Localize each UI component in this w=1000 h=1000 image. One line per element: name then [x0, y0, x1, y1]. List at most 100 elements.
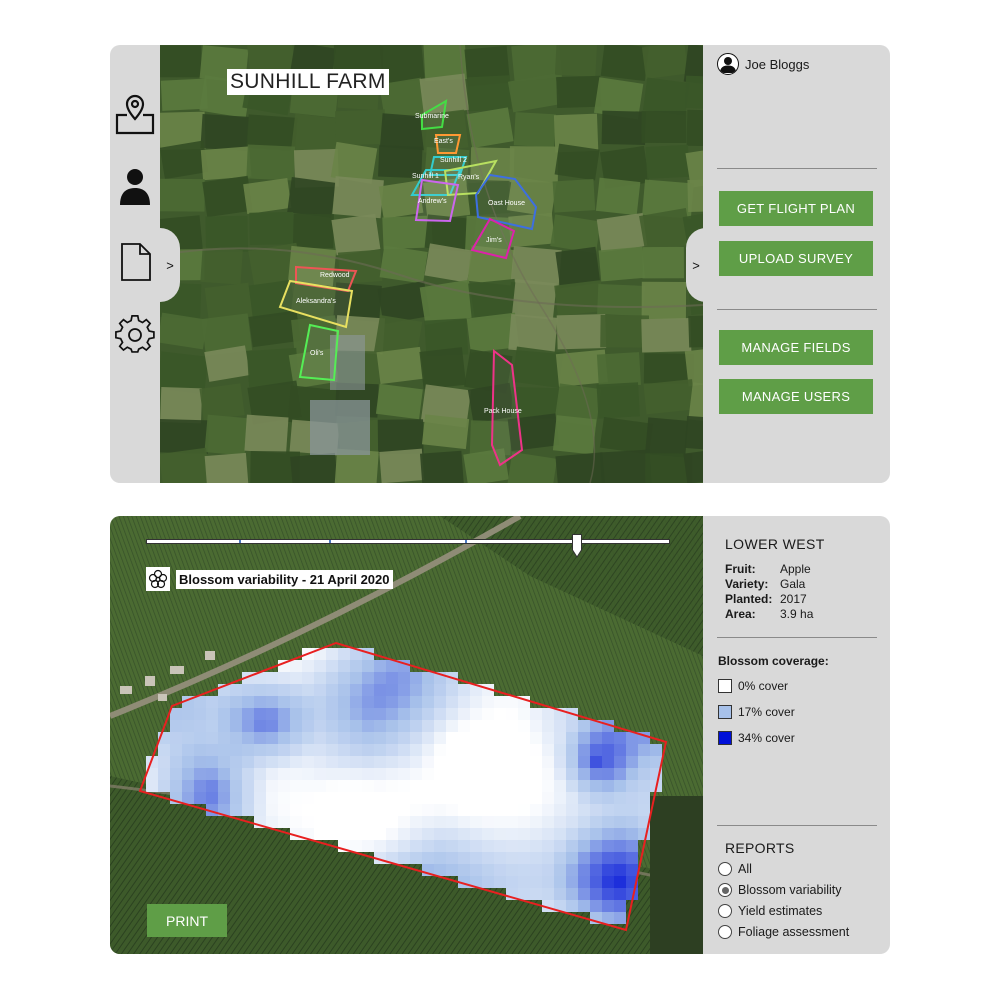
heatmap-cell [458, 804, 470, 816]
user-profile[interactable]: Joe Bloggs [717, 53, 809, 75]
heatmap-cell [338, 768, 350, 780]
report-option-blossom-variability[interactable]: Blossom variability [718, 883, 842, 897]
slider-thumb[interactable] [571, 534, 582, 558]
heatmap-cell [254, 768, 266, 780]
document-icon[interactable] [114, 241, 156, 283]
heatmap-cell [614, 768, 626, 780]
manage-fields-button[interactable]: MANAGE FIELDS [719, 330, 873, 365]
heatmap-cell [302, 696, 314, 708]
heatmap-cell [254, 696, 266, 708]
heatmap-cell [458, 756, 470, 768]
report-option-all[interactable]: All [718, 862, 752, 876]
upload-survey-button[interactable]: UPLOAD SURVEY [719, 241, 873, 276]
heatmap-cell [326, 744, 338, 756]
heatmap-cell [422, 756, 434, 768]
map-texture-tile [287, 177, 336, 218]
heatmap-cell [470, 792, 482, 804]
heatmap-cell [338, 804, 350, 816]
heatmap-cell [158, 756, 170, 768]
print-button[interactable]: PRINT [147, 904, 227, 937]
heatmap-cell [482, 840, 494, 852]
radio-button[interactable] [718, 883, 732, 897]
heatmap-cell [638, 792, 650, 804]
heatmap-cell [326, 816, 338, 828]
field-label-aleksandras: Aleksandra's [296, 298, 336, 305]
map-texture-tile [204, 452, 249, 483]
heatmap-cell [278, 756, 290, 768]
heatmap-cell [506, 876, 518, 888]
heatmap-cell [350, 708, 362, 720]
heatmap-cell [314, 828, 326, 840]
heatmap-cell [482, 792, 494, 804]
heatmap-cell [326, 720, 338, 732]
orchard-satellite-map[interactable]: Blossom variability - 21 April 2020 PRIN… [110, 516, 703, 954]
heatmap-cell [314, 780, 326, 792]
fruit-value: Apple [780, 562, 811, 576]
heatmap-cell [542, 708, 554, 720]
heatmap-cell [350, 840, 362, 852]
heatmap-cell [458, 720, 470, 732]
farm-satellite-map[interactable]: Submarine East's Sunhill 2 Sunhill 1 Rya… [160, 45, 703, 483]
user-icon[interactable] [114, 165, 156, 207]
heatmap-cell [338, 828, 350, 840]
heatmap-cell [506, 852, 518, 864]
heatmap-cell [506, 780, 518, 792]
map-texture-tile [688, 314, 703, 348]
heatmap-cell [554, 756, 566, 768]
heatmap-cell [266, 792, 278, 804]
heatmap-cell [374, 780, 386, 792]
heatmap-cell [398, 708, 410, 720]
heatmap-cell [170, 732, 182, 744]
map-texture-tile [379, 448, 425, 483]
heatmap-cell [590, 792, 602, 804]
heatmap-cell [278, 816, 290, 828]
heatmap-cell [626, 840, 638, 852]
heatmap-cell [266, 708, 278, 720]
heatmap-cell [302, 720, 314, 732]
heatmap-cell [542, 852, 554, 864]
heatmap-cell [518, 732, 530, 744]
get-flight-plan-button[interactable]: GET FLIGHT PLAN [719, 191, 873, 226]
left-panel-toggle[interactable]: > [160, 228, 180, 302]
radio-button[interactable] [718, 862, 732, 876]
report-option-foliage-assessment[interactable]: Foliage assessment [718, 925, 849, 939]
field-label-pack-house: Pack House [484, 408, 522, 415]
field-label-sunhill-1: Sunhill 1 [412, 173, 439, 180]
heatmap-cell [458, 828, 470, 840]
map-texture-tile [641, 45, 689, 79]
radio-button[interactable] [718, 904, 732, 918]
manage-users-button[interactable]: MANAGE USERS [719, 379, 873, 414]
heatmap-cell [458, 840, 470, 852]
heatmap-cell [422, 852, 434, 864]
heatmap-cell [446, 744, 458, 756]
heatmap-cell [446, 768, 458, 780]
heatmap-cell [542, 744, 554, 756]
gear-icon[interactable] [114, 313, 156, 355]
heatmap-cell [386, 732, 398, 744]
heatmap-cell [614, 816, 626, 828]
heatmap-cell [302, 792, 314, 804]
heatmap-cell [566, 876, 578, 888]
heatmap-cell [506, 816, 518, 828]
heatmap-cell [518, 816, 530, 828]
map-texture-tile [375, 383, 423, 420]
map-texture-tile [419, 347, 467, 390]
legend-label: 17% cover [738, 705, 795, 719]
timeline-slider[interactable] [146, 534, 670, 558]
heatmap-cell [242, 732, 254, 744]
fruit-label: Fruit: [725, 562, 756, 576]
farm-title: SUNHILL FARM [227, 69, 389, 95]
heatmap-cell [470, 804, 482, 816]
heatmap-cell [446, 732, 458, 744]
map-texture-tile [467, 75, 512, 112]
map-texture-tile [200, 247, 243, 285]
heatmap-cell [446, 720, 458, 732]
heatmap-cell [362, 732, 374, 744]
heatmap-cell [446, 840, 458, 852]
heatmap-cell [194, 768, 206, 780]
report-option-yield-estimates[interactable]: Yield estimates [718, 904, 822, 918]
heatmap-cell [218, 780, 230, 792]
heatmap-cell [338, 648, 350, 660]
radio-button[interactable] [718, 925, 732, 939]
map-pin-icon[interactable] [114, 93, 156, 135]
